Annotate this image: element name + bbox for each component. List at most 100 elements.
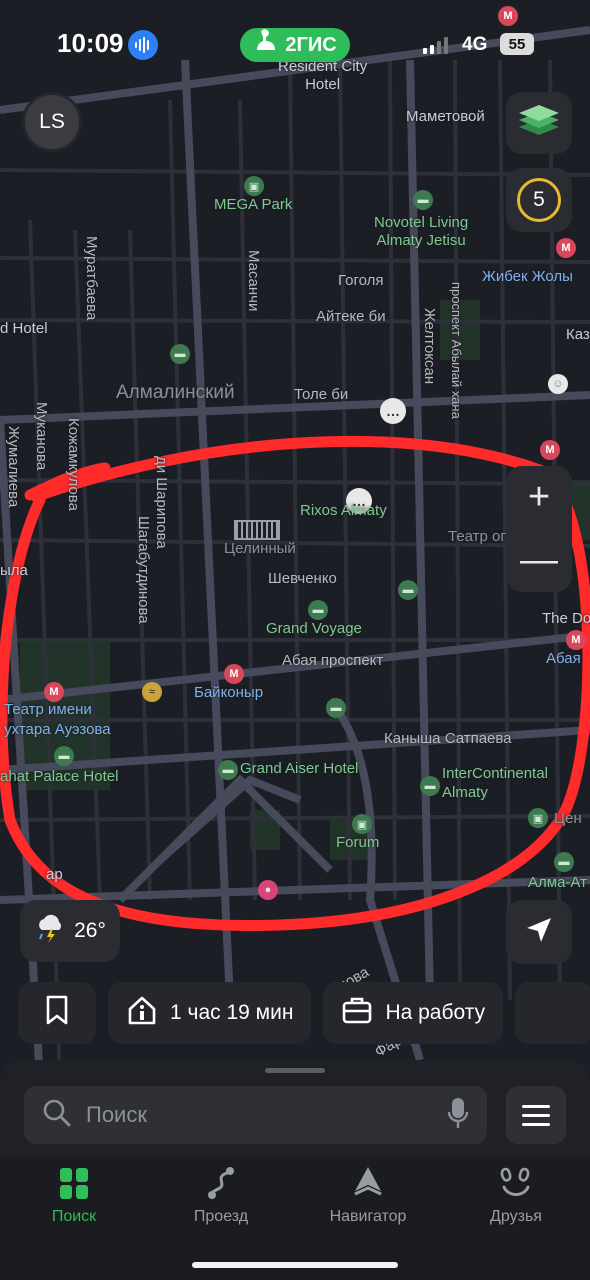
thunderstorm-icon	[34, 912, 66, 950]
route-icon	[204, 1164, 238, 1202]
audio-wave-icon[interactable]	[128, 30, 158, 60]
bookmark-icon	[45, 995, 69, 1031]
street-var: ар	[46, 866, 63, 883]
street-shevchenko: Шевченко	[268, 570, 337, 587]
layers-icon	[517, 101, 561, 146]
home-route-chip[interactable]: 1 час 19 мин	[108, 982, 312, 1044]
place-d-hotel[interactable]: d Hotel	[0, 320, 48, 337]
tab-label: Поиск	[51, 1208, 97, 1225]
place-novotel[interactable]: Novotel Living Almaty Jetisu	[374, 214, 468, 250]
more-chip[interactable]	[515, 982, 590, 1044]
tab-label: Навигатор	[329, 1208, 407, 1225]
market-icon[interactable]	[234, 520, 280, 540]
street-tole-bi: Толе би	[294, 386, 349, 403]
street-gogolya: Гоголя	[338, 272, 384, 289]
street-muratbaeva: Муратбаева	[83, 236, 100, 321]
profile-avatar[interactable]: LS	[22, 92, 82, 152]
tab-search[interactable]: Поиск	[14, 1164, 134, 1226]
bookmarks-chip[interactable]	[18, 982, 96, 1044]
place-tselinny[interactable]: Целинный	[224, 540, 296, 557]
cellular-signal-icon	[423, 36, 448, 54]
hotel-icon[interactable]: ▬	[218, 760, 238, 780]
navigator-icon	[351, 1164, 385, 1202]
mall-icon[interactable]: ▣	[528, 808, 548, 828]
work-route-label: На работу	[385, 1001, 486, 1024]
tab-label: Друзья	[490, 1208, 542, 1225]
map-layers-button[interactable]	[506, 92, 572, 154]
microphone-icon[interactable]	[447, 1096, 469, 1135]
hotel-icon[interactable]: ▬	[420, 776, 440, 796]
hotel-icon[interactable]: ▬	[54, 746, 74, 766]
street-mukanova: Муканова	[33, 402, 50, 471]
search-input[interactable]	[86, 1102, 433, 1128]
place-teatr-op[interactable]: Театр оп	[448, 528, 509, 545]
place-teatr-auezova[interactable]: Театр имени ухтара Ауэзова	[4, 700, 111, 740]
chat-icon[interactable]: …	[380, 398, 406, 424]
hotel-icon[interactable]: ▬	[398, 580, 418, 600]
sheet-grabber[interactable]	[265, 1068, 325, 1073]
minus-icon: —	[520, 539, 558, 581]
metro-baikonur[interactable]: Байконыр	[194, 684, 263, 701]
briefcase-icon	[341, 995, 373, 1031]
pool-icon[interactable]: ≈	[142, 682, 162, 702]
app-brand-pill[interactable]: 2ГИС	[240, 28, 350, 62]
zoom-out-button[interactable]: —	[506, 529, 572, 592]
street-byla: ыла	[0, 562, 28, 579]
home-indicator	[192, 1262, 398, 1268]
weather-temperature: 26°	[74, 919, 106, 942]
street-zheltoksan: Желтоксан	[421, 308, 438, 385]
street-abaya-prospekt: Абая проспект	[282, 652, 384, 669]
street-shagabutdinova: Шагабутдинова	[135, 516, 152, 624]
plus-icon: +	[527, 476, 551, 518]
place-rahat-palace[interactable]: ahat Palace Hotel	[0, 768, 118, 785]
place-grand-voyage[interactable]: Grand Voyage	[266, 620, 362, 637]
hotel-icon[interactable]: ▬	[413, 190, 433, 210]
work-route-chip[interactable]: На работу	[323, 982, 504, 1044]
metro-icon[interactable]: M	[540, 440, 560, 460]
metro-icon[interactable]: M	[44, 682, 64, 702]
metro-zhibek-zholy[interactable]: Жибек Жолы	[482, 268, 573, 285]
zoom-in-button[interactable]: +	[506, 466, 572, 529]
metro-icon[interactable]: M	[566, 630, 586, 650]
hotel-icon[interactable]: ▬	[170, 344, 190, 364]
hotel-icon[interactable]: ▬	[326, 698, 346, 718]
shortcut-chips: 1 час 19 мин На работу	[18, 982, 590, 1044]
place-alma-at[interactable]: Алма-Ат	[528, 874, 587, 891]
microphone-pin-icon[interactable]: ●	[258, 880, 278, 900]
tab-navigator[interactable]: Навигатор	[308, 1164, 428, 1226]
status-bar: 10:09 2ГИС 4G 55	[0, 0, 590, 80]
place-the-do[interactable]: The Do	[542, 610, 590, 627]
clock-time: 10:09	[57, 28, 124, 58]
hamburger-icon	[522, 1104, 550, 1108]
place-tsen[interactable]: Цен	[554, 810, 582, 827]
district-almalinsky: Алмалинский	[116, 382, 235, 403]
place-intercontinental[interactable]: InterContinental Almaty	[442, 764, 548, 802]
grid-icon	[58, 1164, 90, 1202]
dental-icon[interactable]: ☺	[548, 374, 568, 394]
home-icon	[126, 994, 158, 1032]
place-kazy[interactable]: Казы	[566, 326, 590, 343]
menu-button[interactable]	[506, 1086, 566, 1144]
mall-icon[interactable]: ▣	[352, 814, 372, 834]
street-kozhamkulova: Кожамкулова	[65, 418, 82, 511]
metro-icon[interactable]: M	[556, 238, 576, 258]
mall-icon[interactable]: ▣	[244, 176, 264, 196]
place-grand-aiser[interactable]: Grand Aiser Hotel	[240, 760, 358, 777]
hotel-icon[interactable]: ▬	[308, 600, 328, 620]
search-bar[interactable]	[24, 1086, 487, 1144]
tab-friends[interactable]: Друзья	[456, 1164, 576, 1226]
traffic-level: 5	[517, 178, 561, 222]
place-mega-park[interactable]: MEGA Park	[214, 196, 292, 213]
battery-indicator: 55	[500, 33, 534, 55]
metro-icon[interactable]: M	[224, 664, 244, 684]
metro-abaya[interactable]: Абая	[546, 650, 581, 667]
place-forum[interactable]: Forum	[336, 834, 379, 851]
weather-widget[interactable]: 26°	[20, 900, 120, 962]
traffic-button[interactable]: 5	[506, 168, 572, 232]
hotel-icon[interactable]: ▬	[554, 852, 574, 872]
my-location-button[interactable]	[506, 900, 572, 964]
zoom-control[interactable]: + —	[506, 466, 572, 592]
street-satpaeva: Каныша Сатпаева	[384, 730, 512, 747]
place-rixos[interactable]: Rixos Almaty	[300, 502, 387, 519]
tab-route[interactable]: Проезд	[161, 1164, 281, 1226]
